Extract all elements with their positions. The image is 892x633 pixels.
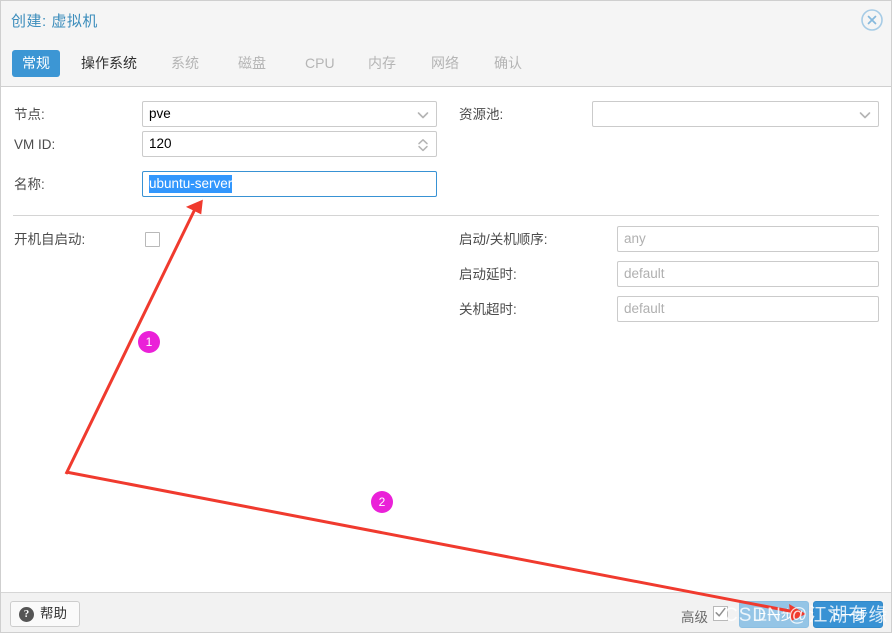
tab-general[interactable]: 常规 <box>12 50 60 77</box>
tab-bar: 常规 操作系统 系统 磁盘 CPU 内存 网络 确认 <box>1 41 891 87</box>
help-button[interactable]: ? 帮助 <box>10 601 80 627</box>
chevron-down-icon <box>415 106 431 124</box>
node-label: 节点: <box>14 107 45 122</box>
name-label: 名称: <box>14 177 45 192</box>
shutdown-timeout-label: 关机超时: <box>459 302 517 317</box>
start-order-input[interactable]: any <box>617 226 879 252</box>
vmid-stepper[interactable]: 120 <box>142 131 437 157</box>
node-value: pve <box>149 106 171 121</box>
tab-network[interactable]: 网络 <box>421 50 469 77</box>
dialog-body: 节点: pve VM ID: 120 名称: ubuntu-server 开机自… <box>1 87 891 592</box>
close-icon[interactable] <box>860 8 884 32</box>
annotation-badge-1: 1 <box>138 331 160 353</box>
question-circle-icon: ? <box>19 606 34 622</box>
tab-confirm[interactable]: 确认 <box>484 50 532 77</box>
tab-cpu[interactable]: CPU <box>295 50 345 77</box>
startup-delay-placeholder: default <box>624 266 665 281</box>
shutdown-timeout-placeholder: default <box>624 301 665 316</box>
spinner-updown-icon[interactable] <box>415 136 431 154</box>
name-input[interactable]: ubuntu-server <box>142 171 437 197</box>
tab-system[interactable]: 系统 <box>161 50 209 77</box>
start-order-placeholder: any <box>624 231 646 246</box>
vmid-label: VM ID: <box>14 137 56 152</box>
start-at-boot-checkbox[interactable] <box>145 232 160 247</box>
node-select[interactable]: pve <box>142 101 437 127</box>
dialog-footer: ? 帮助 高级 上一步 下一步 <box>1 592 891 632</box>
dialog-header: 创建: 虚拟机 <box>1 1 891 41</box>
shutdown-timeout-input[interactable]: default <box>617 296 879 322</box>
tab-memory[interactable]: 内存 <box>358 50 406 77</box>
pool-label: 资源池: <box>459 107 504 122</box>
pool-select[interactable] <box>592 101 879 127</box>
name-value: ubuntu-server <box>149 175 233 193</box>
help-label: 帮助 <box>40 606 67 621</box>
section-divider <box>13 215 879 216</box>
create-vm-dialog: 创建: 虚拟机 常规 操作系统 系统 磁盘 CPU 内存 网络 确认 节点: p… <box>0 0 892 633</box>
tab-os[interactable]: 操作系统 <box>71 50 147 77</box>
startup-delay-label: 启动延时: <box>459 267 517 282</box>
advanced-label: 高级 <box>681 610 708 625</box>
start-at-boot-label: 开机自启动: <box>14 232 86 247</box>
tab-disks[interactable]: 磁盘 <box>228 50 276 77</box>
advanced-checkbox[interactable] <box>713 606 728 621</box>
start-order-label: 启动/关机顺序: <box>459 232 548 247</box>
vmid-value: 120 <box>149 136 172 151</box>
annotation-badge-2: 2 <box>371 491 393 513</box>
next-button[interactable]: 下一步 <box>812 601 883 628</box>
startup-delay-input[interactable]: default <box>617 261 879 287</box>
back-button[interactable]: 上一步 <box>738 601 809 628</box>
chevron-down-icon <box>857 106 873 124</box>
page-title: 创建: 虚拟机 <box>11 13 98 30</box>
